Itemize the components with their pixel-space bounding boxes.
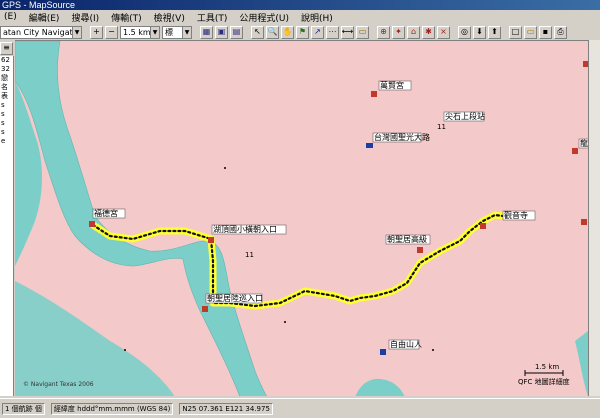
poi-marker: 湖頂國小橫朝入口	[208, 224, 287, 243]
map-tile-icon[interactable]: ▤	[230, 25, 243, 39]
mapsource-window: GPS - MapSource (E) 編輯(E) 搜尋(I) 傳輸(T) 檢視…	[0, 0, 600, 418]
copyright: © Navigant Texas 2006	[23, 381, 94, 388]
zoom-scale-select[interactable]: 1.5 km ▼	[120, 25, 160, 39]
zoom-out-icon[interactable]: −	[105, 25, 118, 39]
poi-label: 龍興宮	[580, 138, 588, 148]
map-segment-icon[interactable]: ▦	[200, 25, 213, 39]
window-title: GPS - MapSource	[2, 0, 76, 10]
find-intersection-icon[interactable]: ⨯	[437, 25, 450, 39]
poi-marker: 朝聖居高級	[385, 234, 431, 253]
title-bar: GPS - MapSource	[0, 0, 600, 10]
map-view[interactable]: 福德宮 湖頂國小橫朝入口 朝聖居陸巡入口 朝聖居高級 觀音寺 萬賢宮 11 尖石…	[15, 40, 588, 396]
menu-bar: (E) 編輯(E) 搜尋(I) 傳輸(T) 檢視(V) 工具(T) 公用程式(U…	[0, 10, 600, 24]
map-overlay-icon[interactable]: ▣	[215, 25, 228, 39]
poi-label: 湖頂國小橫朝入口	[213, 224, 277, 234]
map-dot	[124, 349, 126, 351]
send-to-device-icon[interactable]: ⬆	[488, 25, 501, 39]
status-left: 1 個航跡 個	[2, 402, 45, 415]
poi-label: 朝聖居陸巡入口	[207, 293, 263, 303]
list-item[interactable]: 32	[0, 65, 13, 74]
zoom-tool-icon[interactable]: 🔍	[266, 25, 279, 39]
road-number: 11	[245, 251, 254, 259]
river-corner	[575, 331, 588, 396]
poi-label: 自由山人	[390, 339, 422, 349]
poi-marker	[581, 219, 587, 225]
svg-text:11: 11	[437, 123, 446, 131]
route-tool-icon[interactable]: ↗	[311, 25, 324, 39]
poi-label: 尖石上段站	[445, 111, 485, 121]
list-item[interactable]: e	[0, 137, 13, 146]
measure-tool-icon[interactable]: ⟷	[341, 25, 354, 39]
river-lower	[15, 281, 175, 396]
menu-help[interactable]: 說明(H)	[301, 11, 333, 24]
poi-label: 福德宮	[94, 208, 118, 218]
poi-label: 朝聖居高級	[387, 234, 427, 244]
new-file-icon[interactable]: □	[509, 25, 522, 39]
chevron-down-icon: ▼	[150, 26, 159, 38]
map-product-value: atan City Navigator v8.60	[3, 27, 73, 37]
ruler-tool-icon[interactable]: ▭	[356, 25, 369, 39]
find-poi-icon[interactable]: ✱	[422, 25, 435, 39]
poi-label: 觀音寺	[504, 210, 528, 220]
map-dot	[224, 167, 226, 169]
menu-transfer[interactable]: 傳輸(T)	[111, 11, 142, 24]
scale-label: 1.5 km	[535, 363, 559, 371]
poi-marker: 龍興宮	[572, 138, 588, 154]
menu-utilities[interactable]: 公用程式(U)	[239, 11, 289, 24]
zoom-scale-value: 1.5 km	[123, 27, 151, 37]
waypoint-tool-icon[interactable]: ⚑	[296, 25, 309, 39]
chevron-down-icon: ▼	[72, 26, 81, 38]
map-product-select[interactable]: atan City Navigator v8.60 ▼	[0, 25, 82, 39]
track-tool-icon[interactable]: ⋯	[326, 25, 339, 39]
main-toolbar: atan City Navigator v8.60 ▼ + − 1.5 km ▼…	[0, 24, 600, 40]
status-bar: 1 個航跡 個 經緯度 hddd°mm.mmm (WGS 84) N25 07.…	[0, 398, 600, 418]
poi-label: 台灣國聖光大路	[374, 132, 430, 142]
poi-label: 萬賢宮	[380, 80, 404, 90]
poi-marker: 11 尖石上段站	[437, 111, 485, 131]
list-item[interactable]: s	[0, 119, 13, 128]
poi-marker: 自由山人	[380, 339, 422, 355]
zoom-in-icon[interactable]: +	[90, 25, 103, 39]
menu-find[interactable]: 搜尋(I)	[71, 11, 99, 24]
menu-file[interactable]: (E)	[4, 12, 17, 22]
poi-marker: 台灣國聖光大路	[366, 132, 430, 148]
open-folder-icon[interactable]: ▭	[524, 25, 537, 39]
list-item[interactable]: s	[0, 128, 13, 137]
river-bay	[355, 378, 405, 396]
detail-level-select[interactable]: 標 ▼	[162, 25, 192, 39]
print-icon[interactable]: ⎙	[554, 25, 567, 39]
poi-marker: 福德宮	[89, 208, 126, 227]
menu-edit[interactable]: 編輯(E)	[29, 11, 60, 24]
detail-level-value: 標	[165, 27, 173, 37]
poi-marker: 萬賢宮	[371, 80, 412, 97]
map-dot	[284, 321, 286, 323]
save-icon[interactable]: ▪	[539, 25, 552, 39]
find-waypoint-icon[interactable]: ✦	[392, 25, 405, 39]
status-coord-value: N25 07.361 E121 34.975	[179, 402, 273, 415]
menu-view[interactable]: 檢視(V)	[154, 11, 185, 24]
list-item[interactable]: 62	[0, 56, 13, 65]
status-coord-format: 經緯度 hddd°mm.mmm (WGS 84)	[50, 402, 174, 415]
list-item[interactable]: 名	[0, 83, 13, 92]
corner-label: QFC 地圖詳細度	[518, 377, 570, 386]
select-tool-icon[interactable]: ↖	[251, 25, 264, 39]
list-item[interactable]: s	[0, 110, 13, 119]
list-item[interactable]: 戀	[0, 74, 13, 83]
chevron-down-icon: ▼	[182, 26, 191, 38]
menu-tools[interactable]: 工具(T)	[197, 11, 228, 24]
hand-tool-icon[interactable]: ✋	[281, 25, 294, 39]
receive-from-device-icon[interactable]: ⬇	[473, 25, 486, 39]
list-view-icon[interactable]: ≡	[0, 41, 13, 55]
vertical-scrollbar[interactable]	[588, 40, 600, 396]
binoculars-icon[interactable]: ◎	[458, 25, 471, 39]
map-dot	[432, 349, 434, 351]
find-address-icon[interactable]: ⌂	[407, 25, 420, 39]
list-item[interactable]: s	[0, 101, 13, 110]
data-list-panel[interactable]: 62 32 戀 名 表 s s s s e	[0, 56, 14, 396]
find-place-icon[interactable]: ⊕	[377, 25, 390, 39]
list-item[interactable]: 表	[0, 92, 13, 101]
